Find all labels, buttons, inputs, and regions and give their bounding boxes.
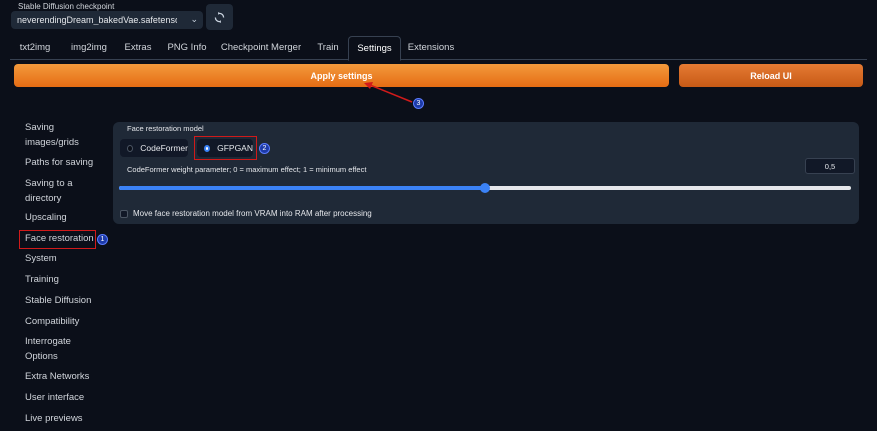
annotation-arrow: [364, 82, 413, 103]
